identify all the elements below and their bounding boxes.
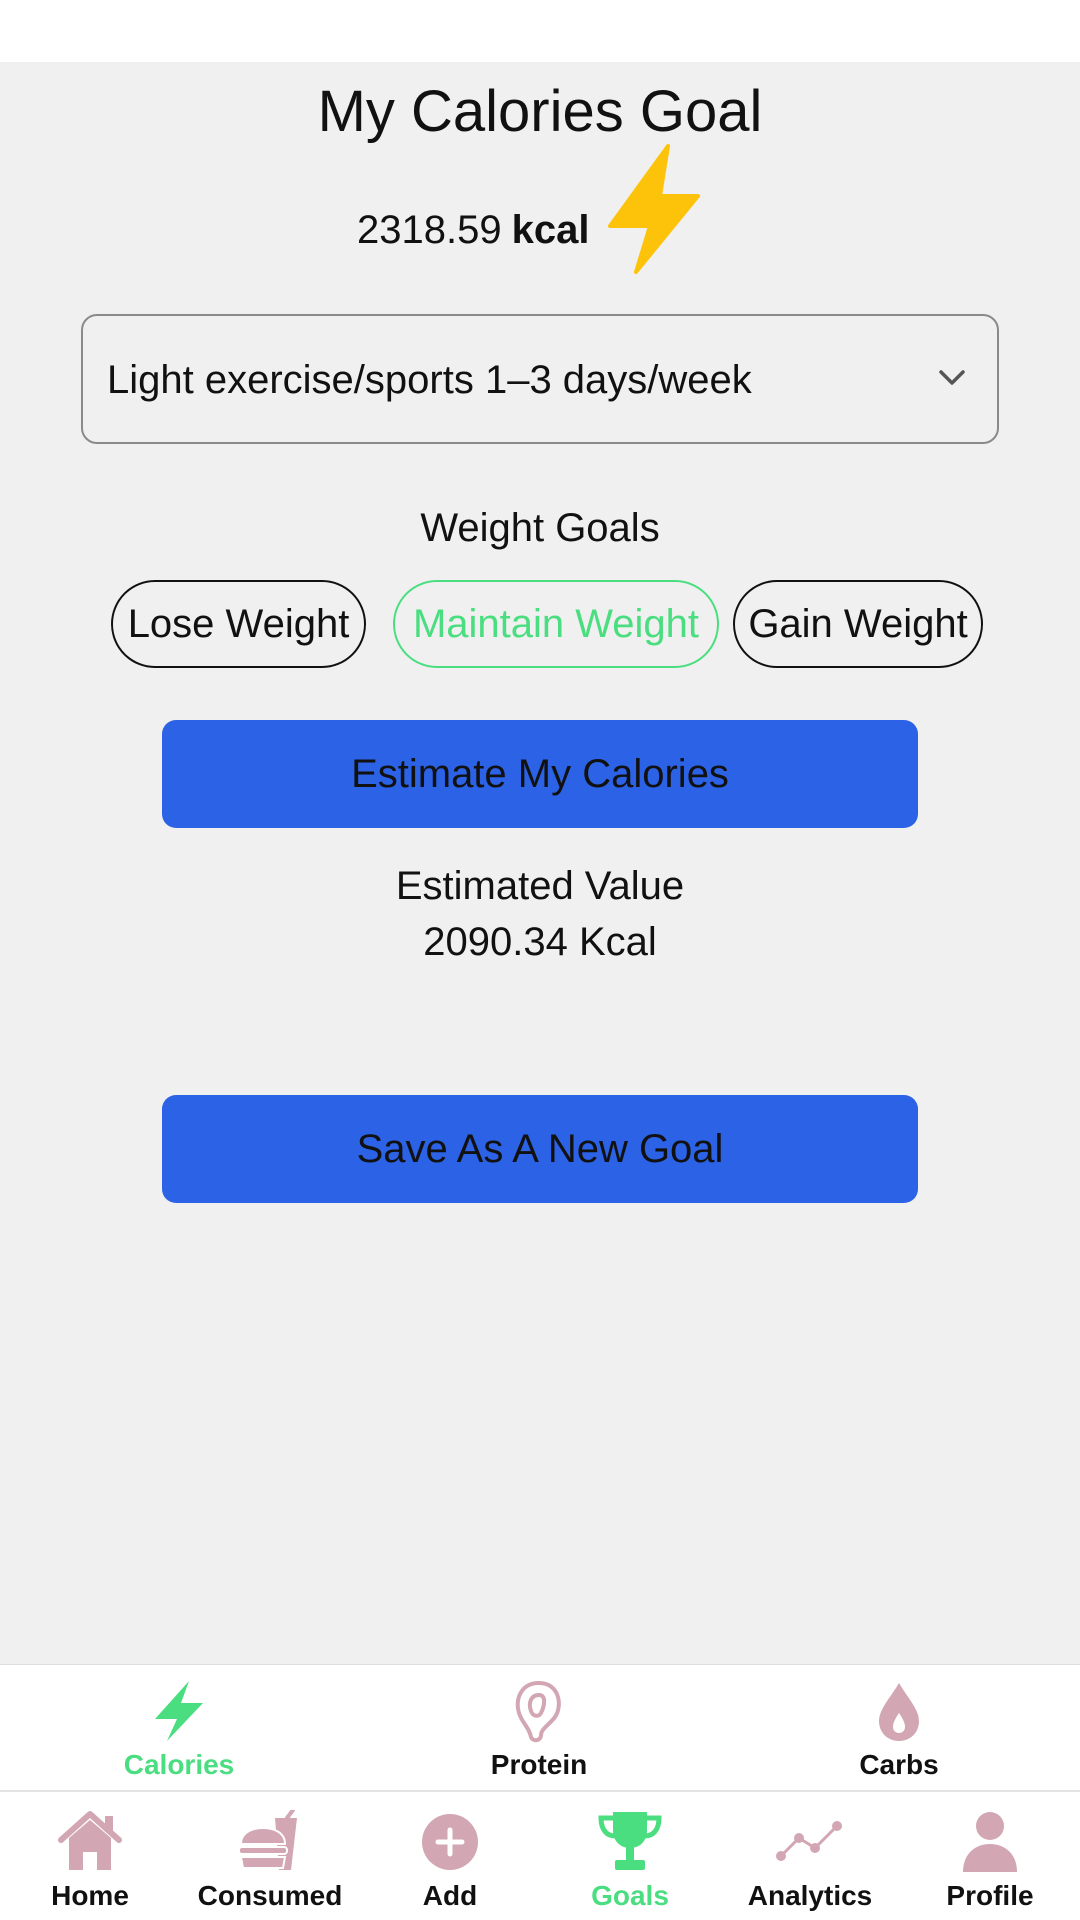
tab-carbs[interactable]: Carbs [799, 1665, 999, 1791]
nav-home[interactable]: Home [0, 1792, 180, 1920]
drop-icon [879, 1683, 919, 1741]
lightning-bolt-icon [155, 1681, 203, 1741]
tab-label: Calories [123, 1749, 235, 1780]
gain-weight-button[interactable]: Gain Weight [733, 580, 983, 668]
tab-label: Carbs [859, 1749, 939, 1780]
nav-label: Profile [946, 1880, 1034, 1911]
tab-protein[interactable]: Protein [439, 1665, 639, 1791]
nav-consumed[interactable]: Consumed [180, 1792, 360, 1920]
macro-tab-bar: Calories Protein Carbs [0, 1664, 1080, 1790]
meat-icon [515, 1680, 561, 1743]
nav-goals[interactable]: Goals [540, 1792, 720, 1920]
chevron-down-icon [939, 370, 965, 385]
nav-add[interactable]: Add [360, 1792, 540, 1920]
kcal-unit: kcal [511, 208, 590, 252]
weight-goals-label: Weight Goals [420, 506, 660, 550]
save-goal-button[interactable]: Save As A New Goal [162, 1095, 918, 1203]
tab-calories[interactable]: Calories [79, 1665, 279, 1791]
home-icon [58, 1811, 122, 1870]
estimate-calories-button[interactable]: Estimate My Calories [162, 720, 918, 828]
page-title: My Calories Goal [317, 79, 763, 144]
estimated-value-label: Estimated Value [395, 864, 685, 908]
activity-level-value: Light exercise/sports 1–3 days/week [107, 358, 752, 402]
current-goal-value: 2318.59 kcal [357, 204, 589, 256]
kcal-number: 2318.59 [357, 208, 502, 252]
current-goal-row: 2318.59 kcal [0, 144, 1080, 274]
add-circle-icon [422, 1814, 478, 1870]
activity-level-select[interactable]: Light exercise/sports 1–3 days/week [81, 314, 999, 444]
status-bar-area [0, 0, 1080, 62]
tab-label: Protein [490, 1749, 588, 1780]
nav-label: Goals [591, 1880, 669, 1911]
lightning-bolt-icon [608, 144, 700, 274]
estimated-value: 2090.34 Kcal [423, 920, 657, 964]
chart-line-icon [776, 1821, 842, 1861]
goal-screen: My Calories Goal 2318.59 kcal Light exerc… [0, 62, 1080, 1664]
fast-food-icon [238, 1810, 297, 1870]
nav-label: Add [422, 1880, 478, 1911]
trophy-icon [598, 1812, 662, 1870]
nav-label: Analytics [747, 1880, 873, 1911]
lose-weight-button[interactable]: Lose Weight [111, 580, 366, 668]
nav-label: Consumed [197, 1880, 343, 1911]
nav-label: Home [51, 1880, 129, 1911]
person-icon [963, 1812, 1017, 1872]
bottom-navigation: Home Consumed Add Goals Analytics Profil… [0, 1790, 1080, 1920]
maintain-weight-button[interactable]: Maintain Weight [393, 580, 719, 668]
nav-profile[interactable]: Profile [900, 1792, 1080, 1920]
nav-analytics[interactable]: Analytics [720, 1792, 900, 1920]
